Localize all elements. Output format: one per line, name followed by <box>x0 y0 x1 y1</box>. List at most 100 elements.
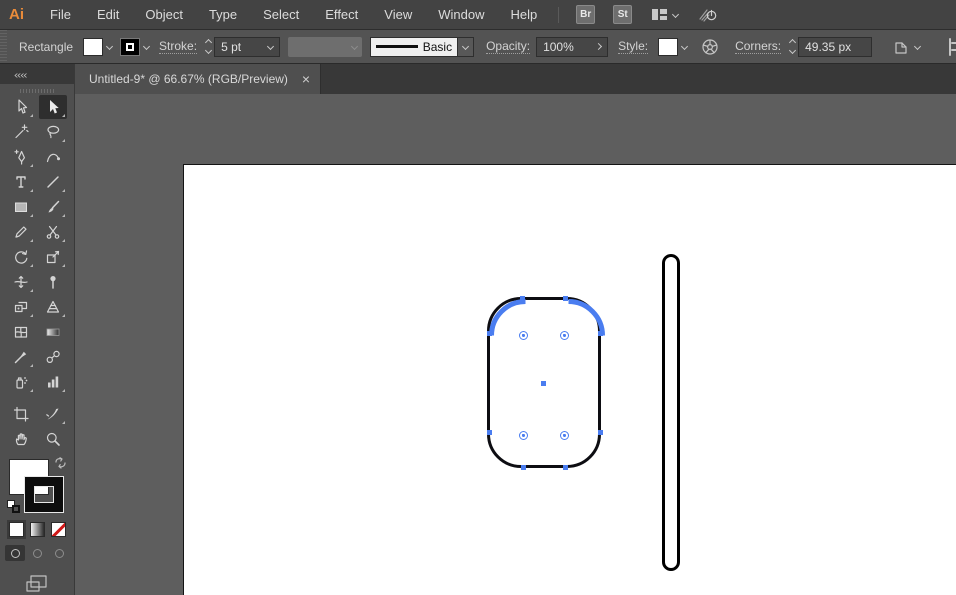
anchor-point[interactable] <box>486 429 492 435</box>
stroke-color-control[interactable] <box>120 37 151 56</box>
type-tool[interactable] <box>7 170 35 194</box>
gradient-tool[interactable] <box>39 320 67 344</box>
stepper-down-icon[interactable] <box>205 46 213 55</box>
stroke-panel-link[interactable]: Stroke: <box>159 39 198 54</box>
live-corner-widget[interactable] <box>518 430 528 440</box>
curvature-tool[interactable] <box>39 145 67 169</box>
brush-definition-field[interactable]: Basic <box>370 36 459 57</box>
menu-file[interactable]: File <box>37 7 84 22</box>
graphic-style-control[interactable] <box>658 37 689 56</box>
menu-window[interactable]: Window <box>425 7 497 22</box>
gradient-button[interactable] <box>29 522 45 537</box>
share-button[interactable] <box>698 6 718 23</box>
anchor-point[interactable] <box>562 464 568 470</box>
menu-view[interactable]: View <box>371 7 425 22</box>
shape-builder-tool[interactable] <box>7 295 35 319</box>
default-fill-stroke-icon[interactable] <box>7 500 20 513</box>
swap-fill-stroke-icon[interactable] <box>54 457 67 469</box>
slice-tool[interactable] <box>39 402 67 426</box>
menu-edit[interactable]: Edit <box>84 7 132 22</box>
style-swatch[interactable] <box>658 37 679 56</box>
pen-tool[interactable] <box>7 145 35 169</box>
anchor-point[interactable] <box>519 295 525 301</box>
fill-swatch[interactable] <box>83 37 104 56</box>
draw-normal-button[interactable] <box>5 545 25 561</box>
direct-selection-tool[interactable] <box>7 95 35 119</box>
document-tab[interactable]: Untitled-9* @ 66.67% (RGB/Preview) × <box>75 64 322 94</box>
none-button[interactable] <box>50 522 66 537</box>
stroke-swatch[interactable] <box>120 37 141 56</box>
corners-stepper[interactable] <box>789 38 797 55</box>
chevron-down-icon[interactable] <box>143 42 151 51</box>
rectangle-tool[interactable] <box>7 195 35 219</box>
corners-link[interactable]: Corners: <box>735 39 782 54</box>
width-tool[interactable] <box>7 270 35 294</box>
brush-definition-dropdown[interactable] <box>458 36 475 57</box>
opacity-link[interactable]: Opacity: <box>486 39 531 54</box>
screen-mode-button[interactable] <box>24 573 50 595</box>
mesh-tool[interactable] <box>7 320 35 344</box>
live-corner-widget[interactable] <box>518 330 528 340</box>
draw-behind-button[interactable] <box>27 545 47 561</box>
hand-tool[interactable] <box>7 427 35 451</box>
column-graph-tool[interactable] <box>39 370 67 394</box>
stepper-up-icon[interactable] <box>789 38 797 47</box>
magic-wand-tool[interactable] <box>7 120 35 144</box>
menu-effect[interactable]: Effect <box>312 7 371 22</box>
workspace-switcher[interactable] <box>651 8 680 22</box>
zoom-tool[interactable] <box>39 427 67 451</box>
control-bar-grip[interactable] <box>0 30 7 63</box>
selection-tool[interactable] <box>39 95 67 119</box>
anchor-point[interactable] <box>562 295 568 301</box>
stroke-weight-field[interactable]: 5 pt <box>214 36 281 57</box>
blend-tool[interactable] <box>39 345 67 369</box>
pill-shape[interactable] <box>662 254 680 571</box>
menu-object[interactable]: Object <box>132 7 196 22</box>
scissors-tool[interactable] <box>39 220 67 244</box>
paintbrush-tool[interactable] <box>39 195 67 219</box>
stroke-proxy[interactable] <box>24 476 64 513</box>
pencil-tool[interactable] <box>7 220 35 244</box>
rotate-tool[interactable] <box>7 245 35 269</box>
anchor-point[interactable] <box>486 330 492 336</box>
line-segment-tool[interactable] <box>39 170 67 194</box>
canvas[interactable] <box>75 94 956 595</box>
shape-center-point[interactable] <box>540 380 546 386</box>
anchor-point[interactable] <box>597 330 603 336</box>
shape-properties-control[interactable] <box>892 38 922 56</box>
menu-select[interactable]: Select <box>250 7 312 22</box>
color-button[interactable] <box>8 522 24 537</box>
stepper-up-icon[interactable] <box>205 38 213 47</box>
artboard-tool[interactable] <box>7 402 35 426</box>
perspective-grid-tool[interactable] <box>39 295 67 319</box>
stock-button[interactable]: St <box>613 5 633 24</box>
chevron-down-icon[interactable] <box>681 42 689 51</box>
anchor-point[interactable] <box>520 464 526 470</box>
eyedropper-tool[interactable] <box>7 345 35 369</box>
bridge-button[interactable]: Br <box>576 5 596 24</box>
chevron-down-icon[interactable] <box>267 42 275 51</box>
lasso-tool[interactable] <box>39 120 67 144</box>
menu-help[interactable]: Help <box>497 7 550 22</box>
anchor-point[interactable] <box>597 429 603 435</box>
puppet-warp-tool[interactable] <box>39 270 67 294</box>
chevron-right-icon[interactable] <box>595 42 603 51</box>
recolor-artwork-icon[interactable] <box>701 38 719 56</box>
fill-color-control[interactable] <box>83 37 114 56</box>
opacity-field[interactable]: 100% <box>536 36 609 57</box>
style-link[interactable]: Style: <box>618 39 649 54</box>
stepper-down-icon[interactable] <box>789 46 797 55</box>
panel-grip[interactable] <box>20 89 54 93</box>
stroke-weight-stepper[interactable] <box>205 38 213 55</box>
draw-inside-button[interactable] <box>49 545 69 561</box>
symbol-sprayer-tool[interactable] <box>7 370 35 394</box>
close-tab-button[interactable]: × <box>302 72 310 86</box>
collapse-panel-button[interactable]: «« <box>14 69 28 81</box>
align-icon-partial[interactable] <box>948 38 956 56</box>
live-corner-widget[interactable] <box>559 430 569 440</box>
scale-tool[interactable] <box>39 245 67 269</box>
live-corner-widget[interactable] <box>559 330 569 340</box>
corners-field[interactable]: 49.35 px <box>798 36 873 57</box>
chevron-down-icon[interactable] <box>106 42 114 51</box>
menu-type[interactable]: Type <box>196 7 250 22</box>
